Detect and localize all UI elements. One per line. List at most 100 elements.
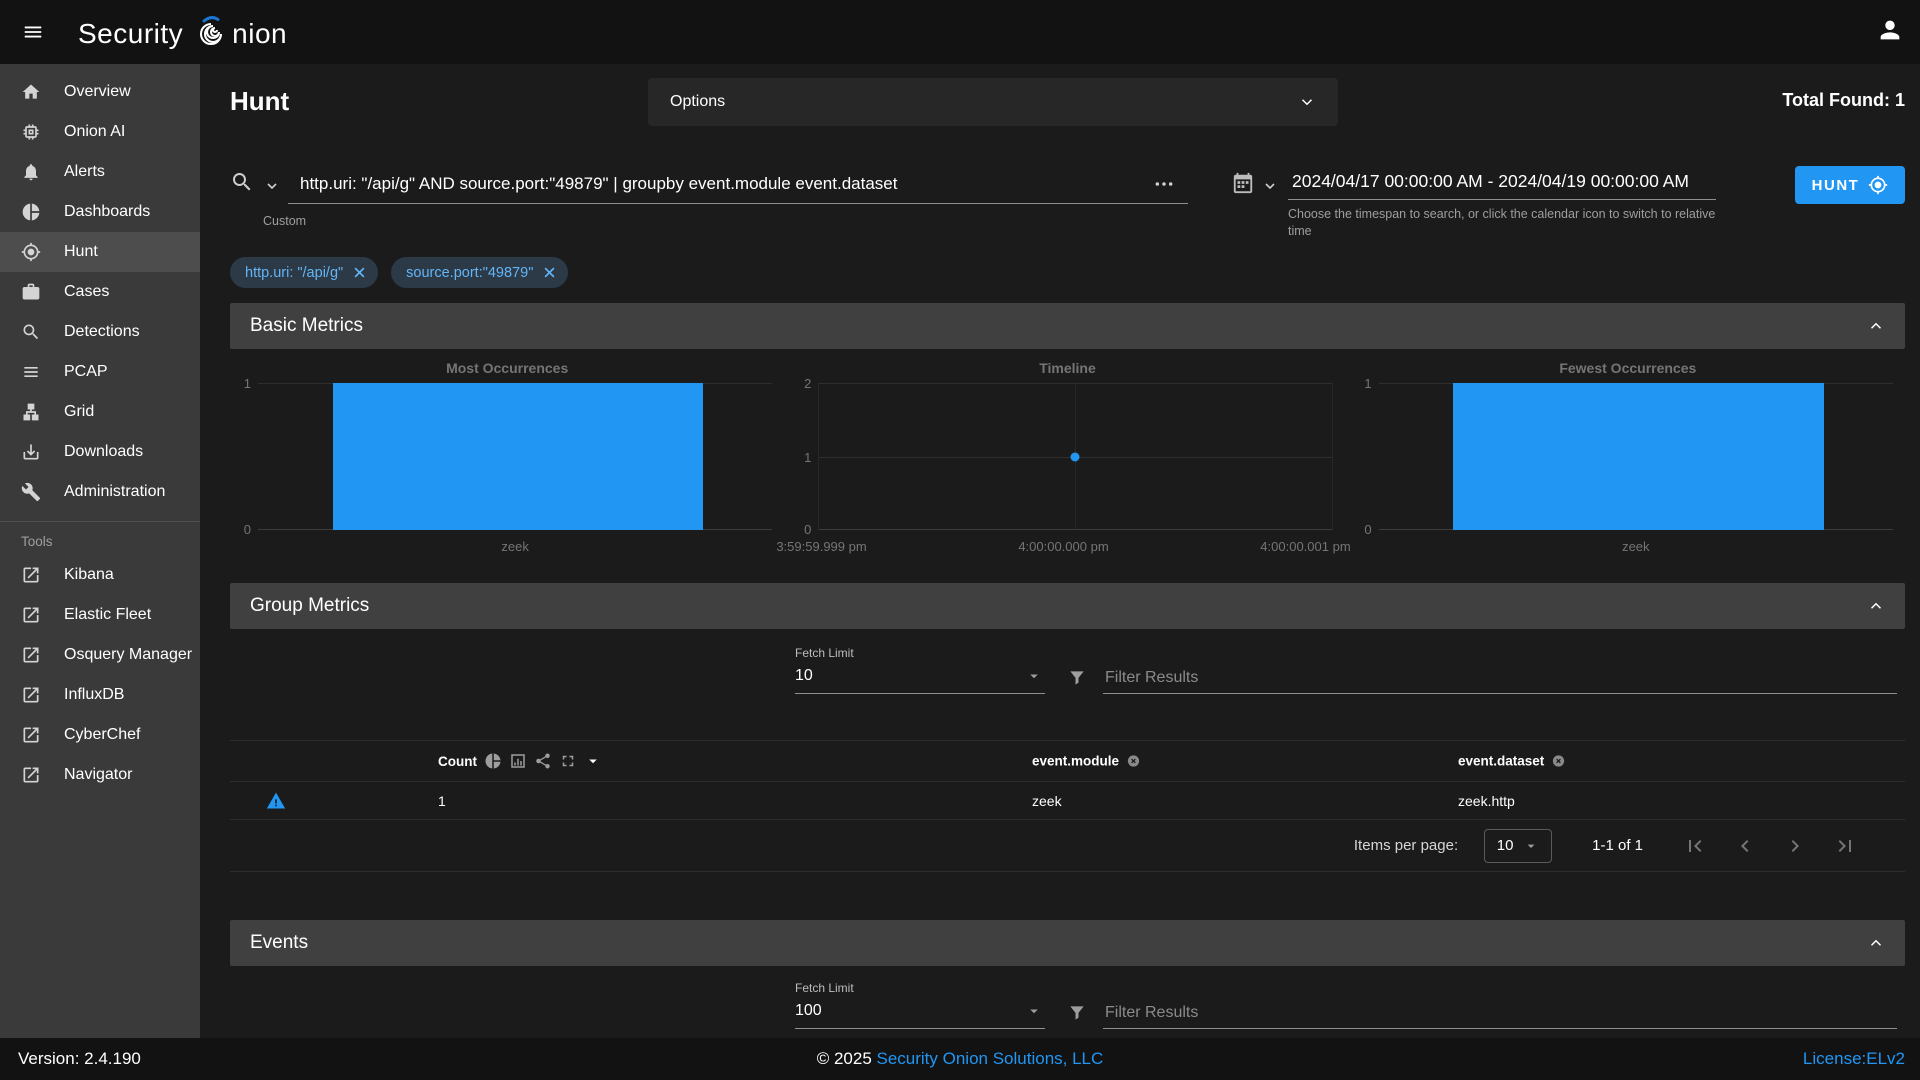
sidebar-item-dashboards[interactable]: Dashboards — [0, 192, 200, 232]
sidebar-item-cases[interactable]: Cases — [0, 272, 200, 312]
date-range-input[interactable] — [1288, 164, 1716, 199]
expand-toggle-icon[interactable] — [559, 752, 577, 770]
sankey-toggle-icon[interactable] — [534, 752, 552, 770]
calendar-icon[interactable] — [1232, 172, 1254, 194]
close-icon[interactable] — [542, 265, 557, 280]
pagination-range: 1-1 of 1 — [1592, 837, 1643, 854]
sidebar-item-label: Detections — [64, 323, 140, 341]
items-per-page-select[interactable]: 10 — [1484, 829, 1552, 863]
first-page-icon[interactable] — [1683, 834, 1707, 858]
group-metrics-title: Group Metrics — [250, 595, 369, 617]
copyright-text: © 2025 — [817, 1049, 877, 1068]
dropdown-arrow-icon — [1523, 838, 1539, 854]
sidebar-item-pcap[interactable]: PCAP — [0, 352, 200, 392]
x-tick: 3:59:59.999 pm — [776, 539, 866, 554]
module-header-label[interactable]: event.module — [1032, 754, 1119, 769]
chart-timeline: Timeline 2 1 0 3:59:59.999 pm 4:00:00.00… — [790, 355, 1344, 571]
external-link-icon — [21, 565, 41, 585]
chevron-up-icon[interactable] — [1867, 597, 1885, 615]
sidebar-item-detections[interactable]: Detections — [0, 312, 200, 352]
close-icon[interactable] — [352, 265, 367, 280]
filter-funnel-icon — [1067, 1003, 1087, 1023]
sidebar-item-alerts[interactable]: Alerts — [0, 152, 200, 192]
chevron-up-icon[interactable] — [1867, 934, 1885, 952]
y-tick: 1 — [244, 377, 251, 390]
lines-icon — [21, 362, 41, 382]
dataset-header-label[interactable]: event.dataset — [1458, 754, 1544, 769]
module-column-header: event.module — [1032, 754, 1141, 769]
sidebar-item-overview[interactable]: Overview — [0, 72, 200, 112]
remove-column-icon[interactable] — [1126, 754, 1141, 769]
group-filter-input[interactable] — [1103, 665, 1897, 691]
count-header-label[interactable]: Count — [438, 754, 477, 769]
filter-chip[interactable]: http.uri: "/api/g" — [230, 257, 378, 288]
sidebar-item-cyberchef[interactable]: CyberChef — [0, 715, 200, 755]
app-bar: Security nion — [0, 0, 1920, 64]
menu-icon[interactable] — [16, 15, 50, 49]
timeline-data-point[interactable] — [1071, 452, 1080, 461]
sidebar-item-navigator[interactable]: Navigator — [0, 755, 200, 795]
sidebar-item-elastic-fleet[interactable]: Elastic Fleet — [0, 595, 200, 635]
events-filter-input[interactable] — [1103, 1000, 1897, 1026]
license-link[interactable]: License:ELv2 — [1803, 1049, 1905, 1069]
external-link-icon — [21, 725, 41, 745]
query-history-chevron-icon[interactable] — [264, 178, 280, 194]
query-mode-hint: Custom — [263, 214, 306, 228]
fetch-limit-select[interactable]: Fetch Limit 10 — [795, 646, 1045, 694]
date-range-chevron-icon[interactable] — [1262, 178, 1278, 194]
table-row[interactable]: 1 zeek zeek.http — [230, 782, 1905, 820]
sidebar-item-administration[interactable]: Administration — [0, 472, 200, 512]
chart-plot-area: 1 0 — [258, 383, 772, 530]
sidebar-item-label: CyberChef — [64, 726, 140, 744]
table-header-row: Count event.module — [230, 741, 1905, 782]
group-metrics-header[interactable]: Group Metrics — [230, 583, 1905, 629]
bar-zeek[interactable] — [1453, 383, 1823, 530]
filter-chip[interactable]: source.port:"49879" — [391, 257, 568, 288]
chart-most-occurrences: Most Occurrences 1 0 zeek — [230, 355, 784, 571]
sidebar-item-kibana[interactable]: Kibana — [0, 555, 200, 595]
company-link[interactable]: Security Onion Solutions, LLC — [877, 1049, 1104, 1068]
external-link-icon — [21, 765, 41, 785]
search-icon[interactable] — [230, 170, 254, 194]
user-account-icon[interactable] — [1876, 16, 1904, 44]
sort-dropdown-icon[interactable] — [584, 752, 602, 770]
hunt-button[interactable]: HUNT — [1795, 166, 1905, 204]
sidebar-item-osquery-manager[interactable]: Osquery Manager — [0, 635, 200, 675]
bar-chart-toggle-icon[interactable] — [509, 752, 527, 770]
magnifier-icon — [21, 322, 41, 342]
bar-zeek[interactable] — [333, 383, 703, 530]
sidebar: Overview Onion AI Alerts Dashboards Hunt… — [0, 64, 200, 1038]
last-page-icon[interactable] — [1833, 834, 1857, 858]
total-found-count: Total Found: 1 — [1782, 90, 1905, 111]
events-fetch-limit-select[interactable]: Fetch Limit 100 — [795, 981, 1045, 1029]
previous-page-icon[interactable] — [1733, 834, 1757, 858]
options-expansion-panel[interactable]: Options — [648, 78, 1338, 126]
basic-metrics-header[interactable]: Basic Metrics — [230, 303, 1905, 349]
basic-metrics-title: Basic Metrics — [250, 315, 363, 337]
chevron-down-icon[interactable] — [1298, 93, 1316, 111]
sidebar-item-onion-ai[interactable]: Onion AI — [0, 112, 200, 152]
query-input[interactable] — [288, 164, 1188, 203]
sidebar-item-grid[interactable]: Grid — [0, 392, 200, 432]
gridline — [818, 383, 819, 530]
remove-column-icon[interactable] — [1551, 754, 1566, 769]
events-header[interactable]: Events — [230, 920, 1905, 966]
more-options-icon[interactable] — [1154, 177, 1174, 191]
sidebar-item-downloads[interactable]: Downloads — [0, 432, 200, 472]
pie-chart-toggle-icon[interactable] — [484, 752, 502, 770]
row-count-value: 1 — [438, 793, 446, 809]
count-column-header: Count — [438, 752, 602, 770]
sidebar-item-label: Downloads — [64, 443, 143, 461]
row-module-value: zeek — [1032, 793, 1062, 809]
table-pagination: Items per page: 10 1-1 of 1 — [230, 820, 1905, 872]
chevron-up-icon[interactable] — [1867, 317, 1885, 335]
warning-triangle-icon[interactable] — [266, 791, 286, 811]
group-metrics-table: Count event.module — [230, 740, 1905, 872]
next-page-icon[interactable] — [1783, 834, 1807, 858]
sidebar-item-hunt[interactable]: Hunt — [0, 232, 200, 272]
dropdown-arrow-icon — [1025, 667, 1043, 685]
sidebar-item-label: Hunt — [64, 243, 98, 261]
fetch-limit-value: 100 — [795, 1002, 1045, 1020]
sidebar-item-influxdb[interactable]: InfluxDB — [0, 675, 200, 715]
items-per-page-label: Items per page: — [1354, 837, 1458, 854]
